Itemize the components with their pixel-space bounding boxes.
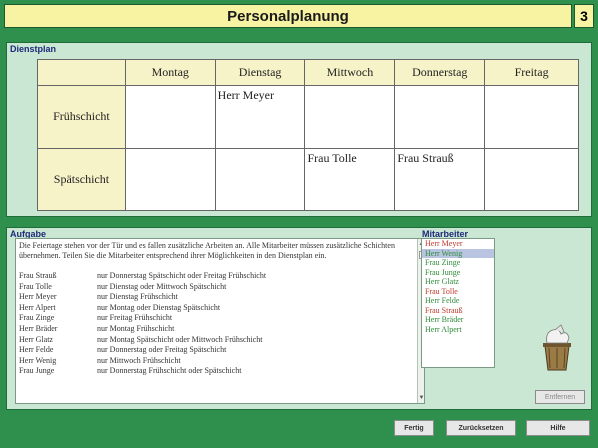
schedule-panel-label: Dienstplan xyxy=(10,44,57,54)
constraint-employee-name: Herr Alpert xyxy=(19,302,56,312)
day-header: Montag xyxy=(124,59,216,86)
title-text: Personalplanung xyxy=(227,7,349,25)
constraint-employee-name: Frau Zinge xyxy=(19,313,55,323)
task-intro: Die Feiertage stehen vor der Tür und es … xyxy=(19,241,395,260)
employee-list: Herr Meyer Herr Wenig Frau Zinge Frau Junge… xyxy=(421,238,495,368)
window-title: Personalplanung xyxy=(4,4,572,28)
constraint-row: Herr Meyer nur Dienstag Frühschicht xyxy=(19,292,414,303)
employee-list-item[interactable]: Herr Wenig xyxy=(422,248,494,258)
day-header: Freitag xyxy=(484,59,579,86)
constraint-row: Frau Zinge nur Freitag Frühschicht xyxy=(19,313,414,324)
task-text-content: Die Feiertage stehen vor der Tür und es … xyxy=(19,241,414,377)
constraint-row: Herr Bräder nur Montag Frühschicht xyxy=(19,324,414,335)
schedule-table: Montag Dienstag Mittwoch Donnerstag Frei… xyxy=(37,59,579,211)
day-header: Mittwoch xyxy=(304,59,396,86)
constraint-employee-name: Herr Glatz xyxy=(19,334,53,344)
constraint-text: nur Mittwoch Frühschicht xyxy=(97,355,181,365)
constraint-text: nur Montag Spätschicht oder Mittwoch Frü… xyxy=(97,334,263,344)
employee-list-item[interactable]: Herr Meyer xyxy=(422,239,494,249)
shift-label-late: Spätschicht xyxy=(37,147,126,211)
constraint-row: Herr Wenig nur Mittwoch Frühschicht xyxy=(19,356,414,367)
reset-button[interactable]: Zurücksetzen xyxy=(446,420,516,436)
employee-list-item[interactable]: Frau Junge xyxy=(422,268,494,278)
constraint-row: Herr Glatz nur Montag Spätschicht oder Mi… xyxy=(19,335,414,346)
slot-cell[interactable] xyxy=(484,147,579,211)
task-panel: Aufgabe Die Feiertage stehen vor der Tür… xyxy=(6,227,592,410)
employee-list-item[interactable]: Frau Zinge xyxy=(422,258,494,268)
constraint-employee-name: Frau Junge xyxy=(19,366,55,376)
constraint-text: nur Donnerstag oder Freitag Spätschicht xyxy=(97,345,227,355)
constraint-employee-name: Herr Bräder xyxy=(19,323,58,333)
employee-list-item[interactable]: Herr Glatz xyxy=(422,277,494,287)
done-button[interactable]: Fertig xyxy=(394,420,434,436)
slot-cell[interactable]: Frau Tolle xyxy=(304,147,396,211)
scroll-down-icon[interactable]: ▼ xyxy=(418,393,424,403)
slot-cell[interactable]: Herr Meyer xyxy=(214,85,306,149)
constraint-text: nur Freitag Frühschicht xyxy=(97,313,173,323)
day-header: Donnerstag xyxy=(394,59,486,86)
constraint-employee-name: Herr Felde xyxy=(19,345,54,355)
shift-row-late: Spätschicht Frau Tolle Frau Strauß xyxy=(37,147,579,211)
constraint-employee-name: Frau Strauß xyxy=(19,271,57,280)
constraint-list: Frau Strauß nur Donnerstag Spätschicht od… xyxy=(19,271,414,377)
constraint-text: nur Dienstag Frühschicht xyxy=(97,292,178,302)
constraint-text: nur Montag Frühschicht xyxy=(97,323,175,333)
schedule-panel: Dienstplan Montag Dienstag Mittwoch Donn… xyxy=(6,42,592,217)
slot-cell[interactable] xyxy=(484,85,579,149)
employee-list-item[interactable]: Herr Felde xyxy=(422,296,494,306)
constraint-row: Frau Junge nur Donnerstag Frühschicht ode… xyxy=(19,366,414,377)
constraint-row: Herr Alpert nur Montag oder Dienstag Spät… xyxy=(19,303,414,314)
constraint-text: nur Montag oder Dienstag Spätschicht xyxy=(97,302,221,312)
slot-cell[interactable] xyxy=(214,147,306,211)
slot-cell[interactable]: Frau Strauß xyxy=(394,147,486,211)
employee-list-item[interactable]: Herr Alpert xyxy=(422,325,494,335)
slot-cell[interactable] xyxy=(124,85,216,149)
constraint-row: Herr Felde nur Donnerstag oder Freitag Sp… xyxy=(19,345,414,356)
schedule-corner xyxy=(37,59,126,86)
employee-list-item[interactable]: Herr Bräder xyxy=(422,315,494,325)
slot-cell[interactable] xyxy=(304,85,396,149)
page-number: 3 xyxy=(574,4,594,28)
day-header: Dienstag xyxy=(214,59,306,86)
employee-list-item[interactable]: Frau Tolle xyxy=(422,287,494,297)
constraint-employee-name: Herr Wenig xyxy=(19,355,57,365)
constraint-employee-name: Frau Tolle xyxy=(19,281,52,291)
trash-can-icon[interactable] xyxy=(537,324,577,374)
remove-employee-button[interactable]: Entfernen xyxy=(535,390,585,404)
constraint-text: nur Donnerstag Frühschicht oder Spätschi… xyxy=(97,366,242,376)
shift-label-early: Frühschicht xyxy=(37,85,126,149)
constraint-text: nur Dienstag oder Mittwoch Spätschicht xyxy=(97,281,227,291)
shift-row-early: Frühschicht Herr Meyer xyxy=(37,85,579,149)
schedule-header-row: Montag Dienstag Mittwoch Donnerstag Frei… xyxy=(37,59,579,86)
constraint-row: Frau Strauß nur Donnerstag Spätschicht od… xyxy=(19,271,414,282)
constraint-row: Frau Tolle nur Dienstag oder Mittwoch Spä… xyxy=(19,282,414,293)
slot-cell[interactable] xyxy=(394,85,486,149)
help-button[interactable]: Hilfe xyxy=(526,420,590,436)
task-text-box: Die Feiertage stehen vor der Tür und es … xyxy=(15,238,425,404)
employee-list-item[interactable]: Frau Strauß xyxy=(422,306,494,316)
constraint-employee-name: Herr Meyer xyxy=(19,292,57,302)
constraint-text: nur Donnerstag Spätschicht oder Freitag … xyxy=(97,271,267,280)
slot-cell[interactable] xyxy=(124,147,216,211)
